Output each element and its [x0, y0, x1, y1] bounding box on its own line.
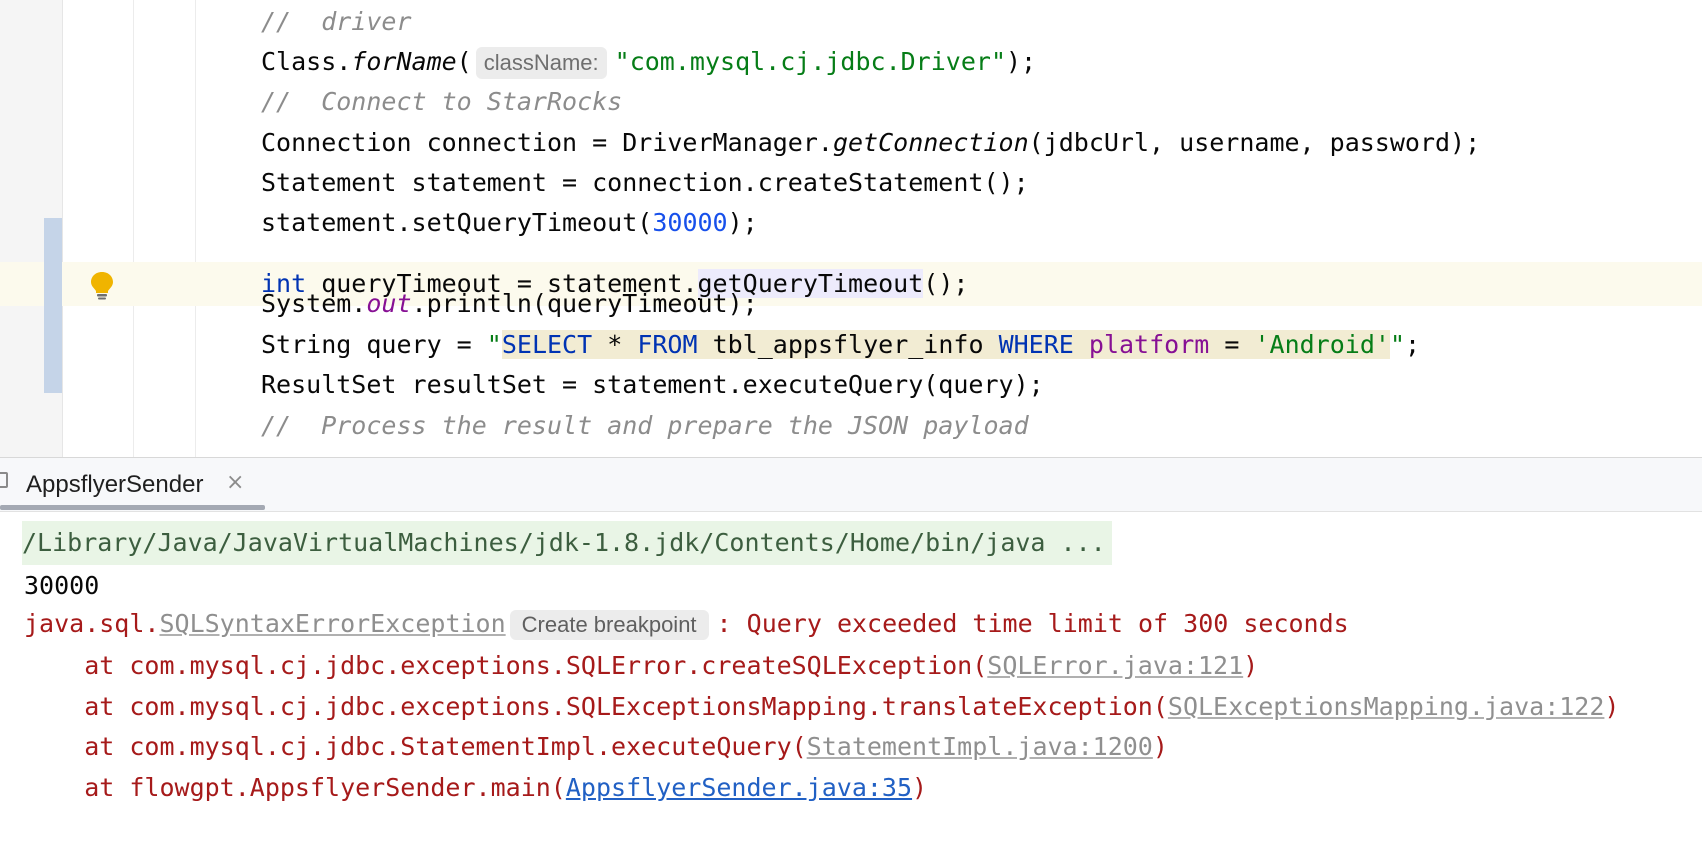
code-line[interactable]: // driver — [261, 0, 412, 44]
code-line[interactable]: System.out.println(queryTimeout); — [261, 282, 758, 326]
code-text: ; — [1405, 330, 1421, 359]
code-line[interactable]: ResultSet resultSet = statement.executeQ… — [261, 363, 1044, 407]
code-line[interactable]: // Process the result and prepare the JS… — [261, 404, 1029, 448]
stack-frame-text: ) — [1152, 732, 1168, 761]
tab-label: AppsflyerSender — [26, 471, 204, 498]
sql-text: tbl_appsflyer_info — [697, 330, 999, 359]
run-tab-bar: AppsflyerSender × — [0, 458, 1702, 512]
stack-frame-text: ) — [912, 773, 928, 802]
sql-injection: SELECT * FROM tbl_appsflyer_info WHERE p… — [501, 330, 1390, 359]
code-text: ); — [1006, 47, 1037, 76]
code-line[interactable]: Connection connection = DriverManager.ge… — [261, 121, 1480, 165]
code-text: Statement statement = connection.createS… — [261, 168, 1029, 197]
stack-frame: at com.mysql.cj.jdbc.StatementImpl.execu… — [24, 725, 1168, 769]
stack-frame-link[interactable]: AppsflyerSender.java:35 — [566, 773, 912, 802]
code-text: (); — [923, 269, 969, 298]
stack-frame: at com.mysql.cj.jdbc.exceptions.SQLError… — [24, 644, 1258, 688]
close-icon[interactable]: × — [226, 470, 244, 495]
sql-keyword: WHERE — [998, 330, 1074, 359]
sql-text: = — [1209, 330, 1255, 359]
console-icon — [0, 472, 8, 488]
code-text: statement.setQueryTimeout( — [261, 208, 653, 237]
code-text: ); — [727, 208, 758, 237]
comment: // driver — [261, 7, 412, 36]
string-quote: " — [1389, 330, 1405, 359]
stack-frame-text: ) — [1604, 692, 1620, 721]
parameter-hint: className: — [475, 47, 607, 79]
string-literal: "com.mysql.cj.jdbc.Driver" — [614, 47, 1006, 76]
code-editor[interactable]: // driver Class.forName(className: "com.m… — [0, 0, 1702, 457]
comment: // Process the result and prepare the JS… — [261, 411, 1029, 440]
stack-frame-text: at com.mysql.cj.jdbc.exceptions.SQLError… — [24, 651, 988, 680]
sql-column: platform — [1088, 330, 1210, 359]
fold-area — [63, 0, 133, 457]
code-line[interactable]: Class.forName(className: "com.mysql.cj.jd… — [261, 40, 1036, 84]
sql-keyword: SELECT — [501, 330, 593, 359]
exception-line: java.sql.SQLSyntaxErrorException Create b… — [24, 602, 1349, 646]
vcs-change-marker[interactable] — [44, 218, 62, 393]
sql-string: 'Android' — [1254, 330, 1390, 359]
lightbulb-icon[interactable] — [89, 270, 115, 300]
code-text: System. — [261, 289, 367, 318]
sql-text: * — [592, 330, 638, 359]
stack-frame: at com.mysql.cj.jdbc.exceptions.SQLExcep… — [24, 685, 1619, 729]
indent-guide — [195, 0, 196, 457]
code-text: Class. — [261, 47, 352, 76]
method-name: getConnection — [832, 128, 1029, 157]
comment: // Connect to StarRocks — [261, 87, 623, 116]
code-text: ( — [456, 47, 472, 76]
tab-appsflyersender[interactable]: AppsflyerSender × — [0, 458, 265, 511]
run-command-line[interactable]: /Library/Java/JavaVirtualMachines/jdk-1.… — [22, 521, 1112, 565]
code-text: ResultSet resultSet = statement.executeQ… — [261, 370, 1044, 399]
number-literal: 30000 — [652, 208, 728, 237]
stack-frame-text: at flowgpt.AppsflyerSender.main( — [24, 773, 566, 802]
code-text: Connection connection = DriverManager. — [261, 128, 833, 157]
string-quote: " — [486, 330, 502, 359]
stack-frame-text: at com.mysql.cj.jdbc.exceptions.SQLExcep… — [24, 692, 1168, 721]
stack-frame-text: at com.mysql.cj.jdbc.StatementImpl.execu… — [24, 732, 807, 761]
exception-class-link[interactable]: SQLSyntaxErrorException — [159, 609, 505, 638]
code-line[interactable]: statement.setQueryTimeout(30000); — [261, 201, 758, 245]
exception-package: java.sql. — [24, 609, 160, 638]
code-line[interactable]: String query = "SELECT * FROM tbl_appsfl… — [261, 323, 1420, 367]
indent-guide — [133, 0, 134, 457]
code-text: (jdbcUrl, username, password); — [1028, 128, 1481, 157]
stack-frame-link[interactable]: SQLExceptionsMapping.java:122 — [1168, 692, 1605, 721]
sql-keyword: FROM — [637, 330, 698, 359]
static-field: out — [366, 289, 412, 318]
method-name: forName — [351, 47, 457, 76]
code-line[interactable]: // Connect to StarRocks — [261, 80, 622, 124]
stack-frame-link[interactable]: SQLError.java:121 — [987, 651, 1243, 680]
exception-message: : Query exceeded time limit of 300 secon… — [716, 609, 1349, 638]
code-text: .println(queryTimeout); — [411, 289, 758, 318]
code-line[interactable]: Statement statement = connection.createS… — [261, 161, 1029, 205]
stack-frame-text: ) — [1243, 651, 1259, 680]
tab-selected-indicator — [0, 505, 265, 510]
create-breakpoint-button[interactable]: Create breakpoint — [509, 610, 709, 640]
stack-frame: at flowgpt.AppsflyerSender.main(Appsflye… — [24, 766, 927, 810]
stack-frame-link[interactable]: StatementImpl.java:1200 — [807, 732, 1153, 761]
run-tool-window: AppsflyerSender × /Library/Java/JavaVirt… — [0, 457, 1702, 849]
code-text: String query = — [261, 330, 487, 359]
